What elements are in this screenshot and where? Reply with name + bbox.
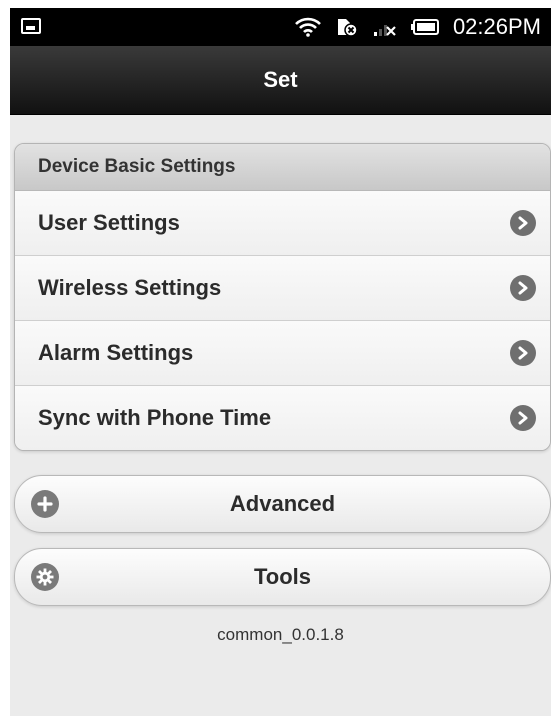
chevron-right-icon	[510, 210, 536, 236]
wifi-icon	[295, 17, 321, 37]
list-item-label: Wireless Settings	[38, 275, 222, 300]
list-item-label: Alarm Settings	[38, 340, 194, 365]
tools-button-label: Tools	[253, 564, 312, 589]
image-icon	[21, 18, 41, 34]
group-title: Device Basic Settings	[15, 144, 550, 191]
list-item-user-settings[interactable]: User Settings	[15, 191, 550, 256]
signal-icon	[373, 17, 397, 37]
status-icons: 02:26PM	[295, 8, 541, 46]
list-item-sync-phone-time[interactable]: Sync with Phone Time	[15, 386, 550, 450]
chevron-right-icon	[510, 340, 536, 366]
status-bar: 02:26PM	[10, 8, 551, 46]
list-item-wireless-settings[interactable]: Wireless Settings	[15, 256, 550, 321]
tools-button[interactable]: Tools	[14, 548, 551, 606]
list-item-label: User Settings	[38, 210, 180, 235]
version-label: common_0.0.1.8	[217, 625, 344, 644]
status-time: 02:26PM	[452, 14, 541, 39]
app-header: Set	[10, 46, 551, 115]
battery-icon	[410, 18, 439, 36]
plus-icon	[31, 490, 59, 518]
device-basic-settings-group: Device Basic Settings User Settings Wire…	[14, 143, 551, 451]
advanced-button-label: Advanced	[229, 491, 336, 516]
chevron-right-icon	[510, 405, 536, 431]
chevron-right-icon	[510, 275, 536, 301]
page-title: Set	[263, 67, 298, 92]
list-item-alarm-settings[interactable]: Alarm Settings	[15, 321, 550, 386]
gear-icon	[31, 563, 59, 591]
app-screen: 02:26PM Set Device Basic Settings User S…	[10, 8, 551, 716]
list-item-label: Sync with Phone Time	[38, 405, 272, 430]
sim-error-icon	[335, 17, 359, 37]
advanced-button[interactable]: Advanced	[14, 475, 551, 533]
